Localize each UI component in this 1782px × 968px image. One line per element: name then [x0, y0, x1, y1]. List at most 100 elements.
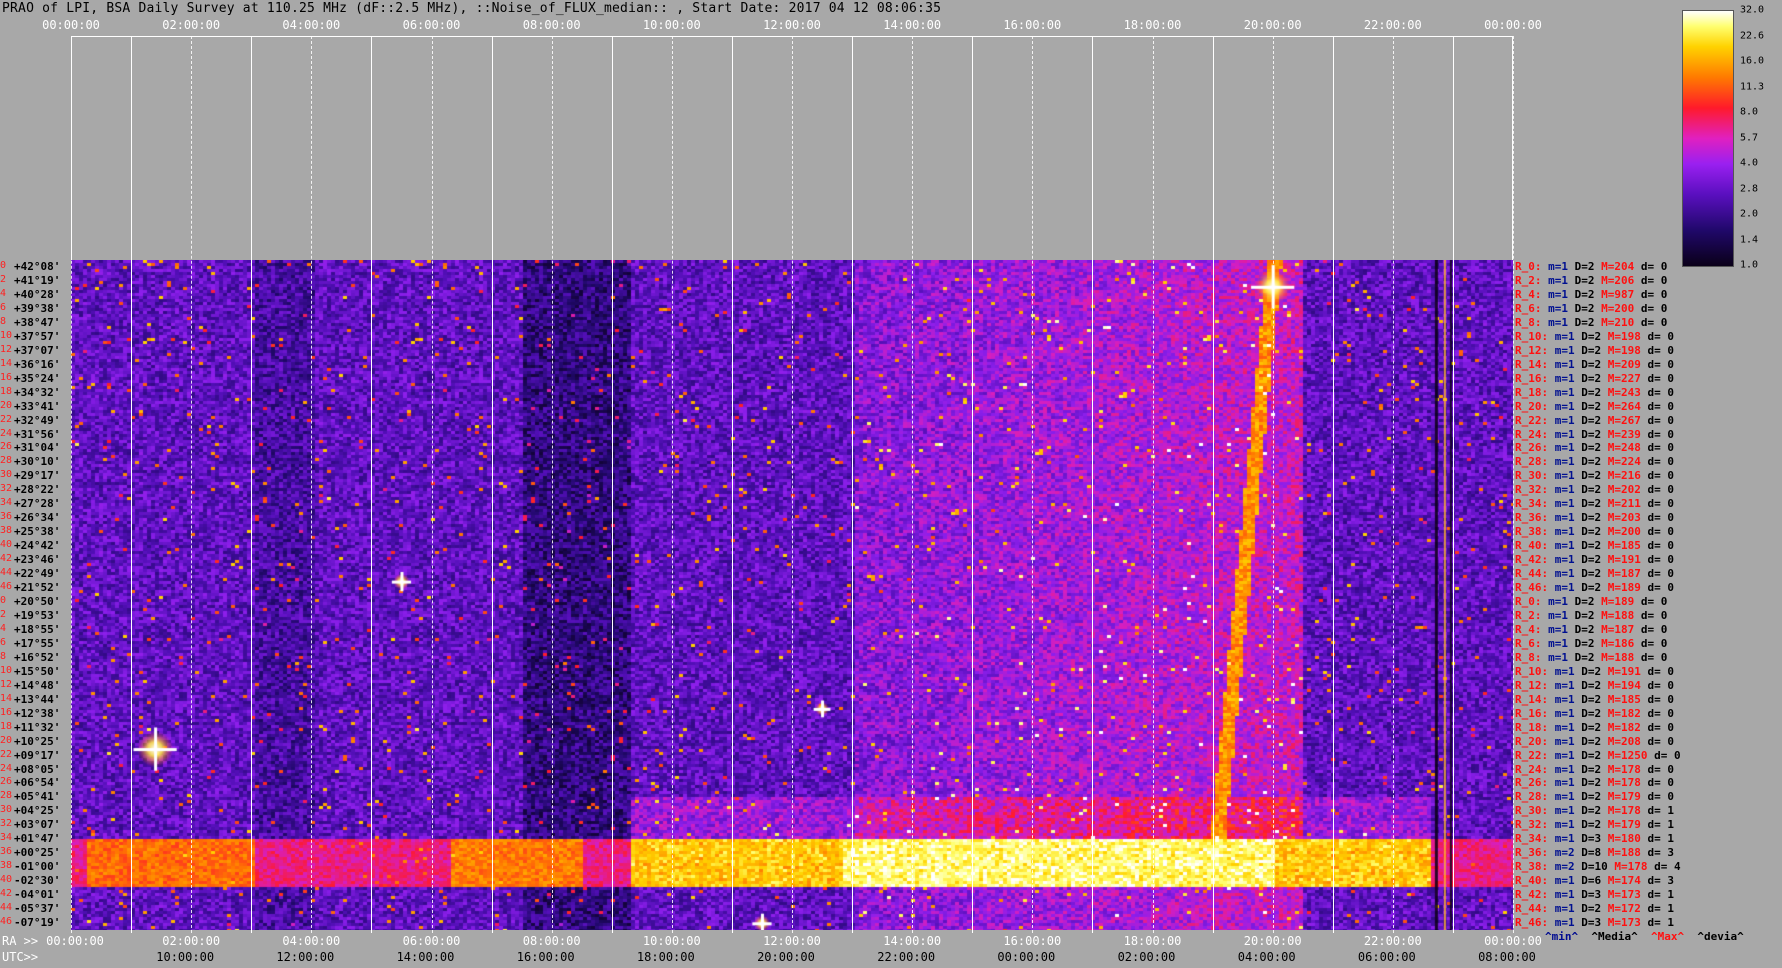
declination-label: +26°34' [14, 511, 61, 525]
row-index: 28 [0, 455, 13, 467]
colorbar-tick: 4.0 [1740, 157, 1759, 169]
row-index: 20 [0, 399, 13, 411]
stat-m: M=243 [1607, 385, 1641, 399]
stat-r: R_0: [1515, 260, 1542, 273]
declination-label: +34°32' [14, 385, 61, 399]
row-index: 26 [0, 441, 13, 453]
stat-d: D=2 [1574, 273, 1595, 287]
stat-d: D=2 [1581, 525, 1602, 539]
stat-m: m=1 [1554, 553, 1575, 567]
stat-d: d= 0 [1647, 329, 1675, 343]
stat-r: R_12: [1515, 678, 1549, 692]
stat-m: m=1 [1554, 371, 1575, 385]
stat-r: R_2: [1515, 273, 1542, 287]
declination-label: -02°30' [14, 874, 61, 888]
stat-d: D=2 [1581, 357, 1602, 371]
stat-d: D=3 [1581, 916, 1602, 930]
gridline [131, 36, 133, 933]
declination-label: +09°17' [14, 748, 61, 762]
stat-m: m=1 [1554, 385, 1575, 399]
colorbar-tick: 16.0 [1740, 55, 1765, 67]
stat-r: R_40: [1515, 874, 1549, 888]
declination-label: +08°05' [14, 762, 61, 776]
colorbar-tick: 2.0 [1740, 208, 1759, 220]
stat-m: m=1 [1548, 608, 1568, 622]
stat-r: R_36: [1515, 511, 1549, 525]
stat-r: R_16: [1515, 371, 1549, 385]
stat-d: d= 0 [1640, 650, 1668, 664]
stat-m: M=198 [1607, 329, 1641, 343]
stat-m: M=200 [1607, 525, 1641, 539]
declination-label: +18°55' [14, 622, 61, 636]
stat-d: d= 0 [1640, 273, 1668, 287]
row-index: 4 [0, 622, 7, 634]
stat-m: m=1 [1554, 329, 1575, 343]
stat-m: m=1 [1554, 483, 1575, 497]
stat-d: D=2 [1581, 581, 1602, 595]
receiver-stat-row: R_46: m=1 D=2 M=189 d= 0 [1515, 582, 1674, 594]
row-index: 18 [0, 385, 13, 397]
stat-m: M=185 [1607, 539, 1641, 553]
stat-d: D=2 [1581, 497, 1602, 511]
stat-r: R_26: [1515, 441, 1549, 455]
receiver-stat-row: R_22: m=1 D=2 M=1250 d= 0 [1515, 748, 1681, 762]
stat-m: M=173 [1607, 916, 1641, 930]
stat-d: d= 0 [1647, 734, 1675, 748]
stat-m: M=185 [1607, 692, 1641, 706]
utc-tick: 08:00:00 [1478, 950, 1536, 964]
stat-m: m=1 [1554, 734, 1575, 748]
stat-d: D=2 [1581, 567, 1602, 581]
stat-d: d= 0 [1647, 581, 1675, 595]
stat-d: d= 0 [1647, 385, 1675, 399]
stat-d: d= 0 [1647, 762, 1675, 776]
gridline [71, 36, 72, 933]
stat-m: m=1 [1554, 525, 1575, 539]
row-index: 28 [0, 790, 13, 802]
stat-r: R_4: [1515, 622, 1542, 636]
stat-d: d= 0 [1654, 748, 1681, 762]
stat-m: m=1 [1554, 357, 1575, 371]
stats-legend: ^min^ ^Media^ ^Max^ ^devia^ [1545, 930, 1744, 943]
gridline [1152, 36, 1154, 933]
stat-m: m=1 [1548, 650, 1568, 664]
declination-label: +37°57' [14, 329, 61, 343]
utc-tick: 16:00:00 [516, 950, 575, 964]
stat-m: m=1 [1554, 776, 1575, 790]
stat-d: D=2 [1581, 539, 1602, 553]
receiver-stat-row: R_38: m=2 D=10 M=178 d= 4 [1515, 861, 1681, 873]
receiver-stat-row: R_18: m=1 D=2 M=182 d= 0 [1515, 721, 1674, 734]
stat-d: D=2 [1581, 706, 1602, 720]
declination-label: +06°54' [14, 776, 61, 790]
declination-label: +30°10' [14, 455, 61, 469]
stat-d: d= 0 [1647, 553, 1675, 567]
stat-m: M=172 [1607, 902, 1641, 916]
stat-r: R_6: [1515, 636, 1542, 650]
declination-label: +21°52' [14, 581, 61, 595]
stat-d: d= 0 [1647, 678, 1675, 692]
legend-devia: ^devia^ [1697, 930, 1744, 943]
row-index: 18 [0, 720, 13, 732]
stat-d: D=2 [1574, 650, 1595, 664]
stat-d: d= 0 [1647, 343, 1675, 357]
stat-m: M=182 [1607, 706, 1641, 720]
declination-label: +19°53' [14, 608, 61, 622]
row-index: 16 [0, 371, 13, 383]
gridline [491, 36, 493, 933]
stat-d: D=2 [1581, 329, 1602, 343]
stat-r: R_34: [1515, 832, 1549, 846]
receiver-stat-row: R_18: m=1 D=2 M=243 d= 0 [1515, 385, 1675, 399]
row-index: 34 [0, 832, 13, 844]
receiver-stat-row: R_16: m=1 D=2 M=182 d= 0 [1515, 706, 1674, 720]
stat-d: d= 4 [1654, 860, 1681, 874]
stat-r: R_16: [1515, 706, 1549, 720]
stat-m: m=1 [1554, 343, 1575, 357]
colorbar-tick: 2.8 [1740, 183, 1759, 194]
receiver-stat-row: R_36: m=2 D=8 M=188 d= 3 [1515, 847, 1674, 859]
stat-m: m=1 [1554, 692, 1575, 706]
receiver-stat-row: R_4: m=1 D=2 M=187 d= 0 [1515, 622, 1667, 636]
stat-m: M=264 [1607, 399, 1641, 413]
stat-d: d= 1 [1647, 916, 1675, 930]
row-index: 42 [0, 888, 13, 900]
stat-m: M=239 [1607, 427, 1641, 441]
top-time-tick: 04:00:00 [282, 18, 341, 32]
